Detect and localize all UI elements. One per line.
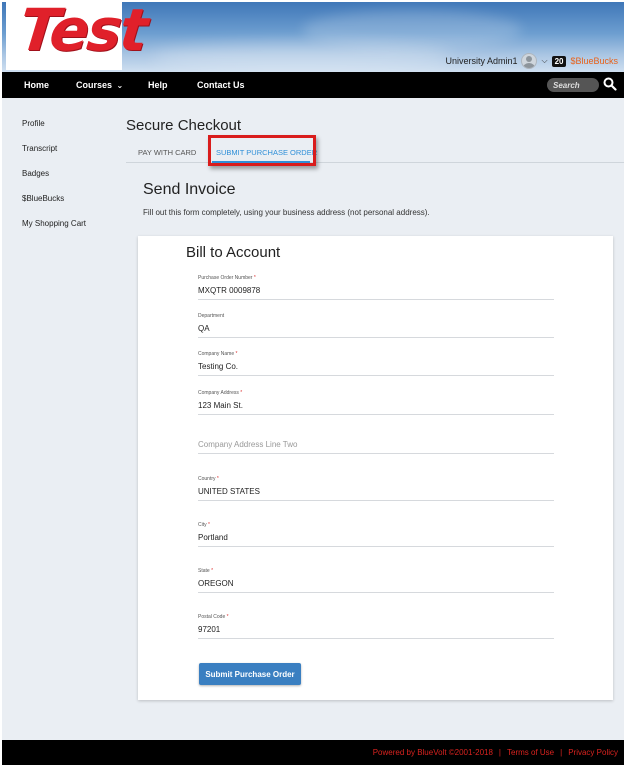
tabs-divider — [126, 162, 624, 163]
search-placeholder: Search — [553, 80, 580, 90]
field-value[interactable]: UNITED STATES — [198, 487, 554, 496]
field-value[interactable]: Portland — [198, 533, 554, 542]
field-underline — [198, 592, 554, 593]
country-field[interactable]: Country * UNITED STATES — [198, 476, 554, 501]
field-underline — [198, 638, 554, 639]
search-input[interactable]: Search — [547, 78, 599, 92]
bill-to-account-form: Bill to Account Purchase Order Number * … — [138, 236, 613, 700]
sidebar-item-badges[interactable]: Badges — [22, 169, 49, 178]
field-value[interactable]: OREGON — [198, 579, 554, 588]
sidebar-item-transcript[interactable]: Transcript — [22, 144, 57, 153]
field-underline — [198, 453, 554, 454]
sidebar-item-bluebucks[interactable]: $BlueBucks — [22, 194, 64, 203]
powered-by-text: Powered by BlueVolt ©2001-2018 — [372, 748, 493, 757]
field-value[interactable]: MXQTR 0009878 — [198, 286, 554, 295]
field-value[interactable]: 123 Main St. — [198, 401, 554, 410]
bluebucks-link[interactable]: $BlueBucks — [570, 56, 618, 66]
field-label: Purchase Order Number * — [198, 275, 256, 281]
postal-code-field[interactable]: Postal Code * 97201 — [198, 614, 554, 639]
field-label: City * — [198, 522, 210, 528]
tab-pay-with-card[interactable]: PAY WITH CARD — [138, 148, 196, 157]
nav-item-contact-us[interactable]: Contact Us — [197, 80, 245, 90]
field-underline — [198, 500, 554, 501]
field-underline — [198, 414, 554, 415]
annotation-highlight-box — [208, 135, 316, 166]
avatar[interactable] — [521, 53, 538, 69]
purchase-order-number-field[interactable]: Purchase Order Number * MXQTR 0009878 — [198, 275, 554, 300]
chevron-down-icon: ⌄ — [116, 81, 124, 90]
nav-item-help[interactable]: Help — [148, 80, 168, 90]
city-field[interactable]: City * Portland — [198, 522, 554, 547]
field-label — [198, 429, 554, 437]
page-title: Secure Checkout — [126, 117, 242, 134]
banner-cloud — [152, 42, 452, 72]
field-label: State * — [198, 568, 214, 574]
form-title: Bill to Account — [186, 244, 281, 261]
search-icon[interactable] — [603, 77, 617, 91]
department-field[interactable]: Department QA — [198, 313, 554, 338]
footer: Powered by BlueVolt ©2001-2018 | Terms o… — [2, 740, 624, 765]
company-address-line-two-field[interactable]: Company Address Line Two — [198, 429, 554, 454]
header-banner: Test University Admin1 ⌵ 20 $BlueBucks — [2, 2, 624, 72]
terms-of-use-link[interactable]: Terms of Use — [507, 748, 554, 757]
footer-links: Powered by BlueVolt ©2001-2018 | Terms o… — [373, 748, 618, 757]
nav-item-label: Courses — [76, 80, 113, 90]
nav-item-home[interactable]: Home — [24, 80, 49, 90]
logo[interactable]: Test — [6, 2, 149, 70]
field-value[interactable]: 97201 — [198, 625, 554, 634]
chevron-down-icon[interactable]: ⌵ — [541, 56, 547, 66]
user-name[interactable]: University Admin1 — [445, 56, 517, 66]
main-nav: Home Courses ⌄ Help Contact Us Search — [2, 72, 624, 98]
field-underline — [198, 375, 554, 376]
bluebucks-count-badge: 20 — [551, 55, 567, 67]
company-address-field[interactable]: Company Address * 123 Main St. — [198, 390, 554, 415]
section-title: Send Invoice — [143, 181, 236, 198]
privacy-policy-link[interactable]: Privacy Policy — [568, 748, 618, 757]
field-underline — [198, 546, 554, 547]
submit-purchase-order-button[interactable]: Submit Purchase Order — [199, 663, 301, 685]
field-underline — [198, 299, 554, 300]
sidebar-item-shopping-cart[interactable]: My Shopping Cart — [22, 219, 86, 228]
page-body: Profile Transcript Badges $BlueBucks My … — [2, 98, 624, 740]
field-underline — [198, 337, 554, 338]
logo-text: Test — [16, 2, 150, 64]
section-description: Fill out this form completely, using you… — [143, 208, 430, 217]
field-label: Postal Code * — [198, 614, 229, 620]
field-value[interactable]: Testing Co. — [198, 362, 554, 371]
field-value[interactable]: QA — [198, 324, 554, 333]
user-menu[interactable]: University Admin1 ⌵ 20 $BlueBucks — [445, 53, 618, 69]
sidebar-item-profile[interactable]: Profile — [22, 119, 45, 128]
field-label: Country * — [198, 476, 219, 482]
company-name-field[interactable]: Company Name * Testing Co. — [198, 351, 554, 376]
footer-separator: | — [498, 748, 501, 757]
field-placeholder[interactable]: Company Address Line Two — [198, 440, 554, 449]
footer-separator: | — [560, 748, 563, 757]
field-label: Company Address * — [198, 390, 243, 396]
state-field[interactable]: State * OREGON — [198, 568, 554, 593]
field-label: Department — [198, 313, 225, 319]
field-label: Company Name * — [198, 351, 238, 357]
nav-item-courses[interactable]: Courses ⌄ — [76, 80, 123, 90]
